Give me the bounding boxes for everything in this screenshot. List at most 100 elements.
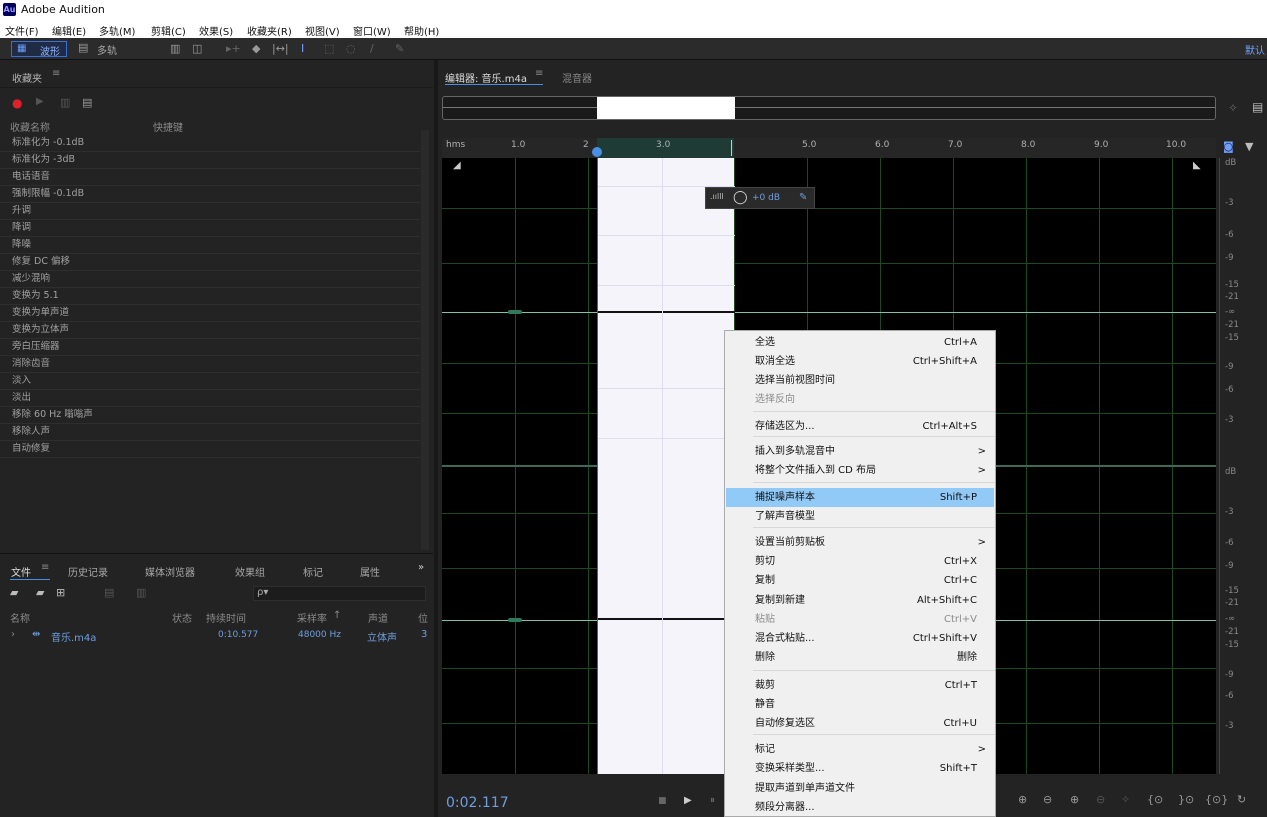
tab-media-browser[interactable]: 媒体浏览器 <box>145 564 195 579</box>
volume-hud[interactable]: .ıılll ◯ +0 dB ✎ <box>705 187 815 209</box>
menu-multitrack[interactable]: 多轨(M) <box>99 23 135 38</box>
menu-edit[interactable]: 编辑(E) <box>52 23 86 38</box>
context-menu-item[interactable]: 选择反向 <box>726 390 994 409</box>
file-row[interactable]: › ⇹ 音乐.m4a 0:10.577 48000 Hz 立体声 3 <box>0 627 433 644</box>
overview-navigator[interactable] <box>442 96 1216 120</box>
time-selection-tool-icon[interactable]: I <box>301 42 304 55</box>
menu-effects[interactable]: 效果(S) <box>199 23 233 38</box>
zoom-in-time-icon[interactable]: ⊕ <box>1070 793 1079 806</box>
panel-menu-icon[interactable]: ≡ <box>52 68 60 79</box>
lasso-tool-icon[interactable]: ◌ <box>346 42 356 55</box>
context-menu-item[interactable]: 标记 > <box>726 740 994 759</box>
brush-tool-icon[interactable]: / <box>370 42 374 55</box>
favorite-item[interactable]: 修复 DC 偏移 <box>0 254 420 271</box>
favorite-item[interactable]: 标准化为 -0.1dB <box>0 135 420 152</box>
context-menu-item[interactable]: 删除 删除 <box>726 648 994 667</box>
delete-icon[interactable]: ▥ <box>60 96 70 109</box>
context-menu-item[interactable]: 捕捉噪声样本 Shift+P <box>726 488 994 507</box>
tab-files[interactable]: 文件 <box>11 564 31 579</box>
zoom-in-left-icon[interactable]: {⊙ <box>1147 793 1163 806</box>
headphones-icon[interactable]: ◙ <box>1223 140 1234 153</box>
col-bits[interactable]: 位 <box>418 610 428 625</box>
favorite-item[interactable]: 移除 60 Hz 嗡嗡声 <box>0 407 420 424</box>
spot-healing-tool-icon[interactable]: ✎ <box>395 42 404 55</box>
spectral-pitch-icon[interactable]: ◫ <box>192 42 202 55</box>
favorite-item[interactable]: 变换为 5.1 <box>0 288 420 305</box>
context-menu-item[interactable]: 复制到新建 Alt+Shift+C <box>726 591 994 610</box>
menu-favorites[interactable]: 收藏夹(R) <box>247 23 292 38</box>
fade-in-handle-icon[interactable]: ◢ <box>453 160 461 171</box>
play-button-icon[interactable]: ▶ <box>684 795 692 806</box>
context-menu-item[interactable]: 取消全选 Ctrl+Shift+A <box>726 352 994 371</box>
play-icon[interactable]: ▶ <box>36 96 44 107</box>
menu-help[interactable]: 帮助(H) <box>404 23 439 38</box>
favorite-item[interactable]: 标准化为 -3dB <box>0 152 420 169</box>
favorite-item[interactable]: 强制限幅 -0.1dB <box>0 186 420 203</box>
record-icon[interactable]: ● <box>12 96 22 110</box>
col-name[interactable]: 名称 <box>10 610 30 625</box>
pause-icon[interactable]: ⏸ <box>710 795 715 806</box>
overview-view-range[interactable] <box>597 97 735 119</box>
context-menu-item[interactable]: 存储选区为... Ctrl+Alt+S <box>726 417 994 436</box>
slip-tool-icon[interactable]: |↔| <box>272 42 289 55</box>
tab-properties[interactable]: 属性 <box>360 564 380 579</box>
context-menu-item[interactable]: 复制 Ctrl+C <box>726 571 994 590</box>
expand-icon[interactable]: › <box>11 629 15 640</box>
razor-tool-icon[interactable]: ◆ <box>252 42 260 55</box>
tab-markers[interactable]: 标记 <box>303 564 323 579</box>
favorite-item[interactable]: 电话语音 <box>0 169 420 186</box>
context-menu-item[interactable]: 设置当前剪贴板 > <box>726 533 994 552</box>
context-menu-item[interactable]: 自动修复选区 Ctrl+U <box>726 714 994 733</box>
context-menu-item[interactable]: 剪切 Ctrl+X <box>726 552 994 571</box>
favorite-item[interactable]: 淡入 <box>0 373 420 390</box>
time-display[interactable]: 0:02.117 <box>446 795 509 811</box>
fade-out-handle-icon[interactable]: ◣ <box>1193 160 1201 171</box>
context-menu-item[interactable]: 裁剪 Ctrl+T <box>726 676 994 695</box>
context-menu-item[interactable]: 全选 Ctrl+A <box>726 333 994 352</box>
marquee-tool-icon[interactable]: ⬚ <box>324 42 334 55</box>
more-tabs-icon[interactable]: » <box>418 562 424 573</box>
move-tool-icon[interactable]: ▸+ <box>226 42 241 55</box>
open-file-icon[interactable]: ▰ <box>10 586 18 599</box>
context-menu-item[interactable]: 了解声音模型 <box>726 507 994 526</box>
context-menu-item[interactable]: 静音 <box>726 695 994 714</box>
context-menu-item[interactable]: 混合式粘贴... Ctrl+Shift+V <box>726 629 994 648</box>
tab-editor[interactable]: 编辑器: 音乐.m4a <box>445 70 527 85</box>
menu-clip[interactable]: 剪辑(C) <box>151 23 186 38</box>
marker-pin-icon[interactable]: ▼ <box>1245 140 1253 153</box>
edit-favorite-icon[interactable]: ▤ <box>82 96 92 109</box>
col-status[interactable]: 状态 <box>172 610 192 625</box>
context-menu-item[interactable]: 选择当前视图时间 <box>726 371 994 390</box>
favorite-item[interactable]: 自动修复 <box>0 441 420 458</box>
file-search-input[interactable]: ρ▾ <box>253 586 426 601</box>
import-file-icon[interactable]: ▰ <box>36 586 44 599</box>
workspace-default-button[interactable]: 默认 <box>1245 42 1265 57</box>
favorite-item[interactable]: 降噪 <box>0 237 420 254</box>
zoom-reset-icon[interactable]: ↻ <box>1237 793 1246 806</box>
favorite-item[interactable]: 升调 <box>0 203 420 220</box>
menu-file[interactable]: 文件(F) <box>5 23 39 38</box>
favorite-item[interactable]: 消除齿音 <box>0 356 420 373</box>
col-duration[interactable]: 持续时间 <box>206 610 246 625</box>
zoom-in-amplitude-icon[interactable]: ⊕ <box>1018 793 1027 806</box>
panel-menu-icon[interactable]: ≡ <box>41 562 49 573</box>
volume-knob-icon[interactable]: ◯ <box>733 190 748 205</box>
context-menu-item[interactable]: 频段分离器... <box>726 798 994 817</box>
spectral-frequency-icon[interactable]: ▥ <box>170 42 180 55</box>
tab-history[interactable]: 历史记录 <box>68 564 108 579</box>
context-menu-item[interactable]: 变换采样类型... Shift+T <box>726 759 994 778</box>
context-menu-item[interactable]: 将整个文件插入到 CD 布局 > <box>726 461 994 480</box>
panel-options-icon[interactable]: ▤ <box>1252 100 1263 114</box>
favorite-item[interactable]: 旁白压缩器 <box>0 339 420 356</box>
favorite-item[interactable]: 移除人声 <box>0 424 420 441</box>
close-file-icon[interactable]: ▥ <box>136 586 146 599</box>
menu-window[interactable]: 窗口(W) <box>353 23 391 38</box>
favorite-item[interactable]: 变换为单声道 <box>0 305 420 322</box>
zoom-in-right-icon[interactable]: }⊙ <box>1178 793 1194 806</box>
insert-multitrack-icon[interactable]: ▤ <box>104 586 114 599</box>
tab-mixer[interactable]: 混音器 <box>562 70 592 85</box>
selection-end-handle[interactable] <box>731 140 737 156</box>
favorites-scrollbar[interactable] <box>421 130 429 550</box>
favorite-item[interactable]: 淡出 <box>0 390 420 407</box>
new-file-icon[interactable]: ⊞ <box>56 586 65 599</box>
